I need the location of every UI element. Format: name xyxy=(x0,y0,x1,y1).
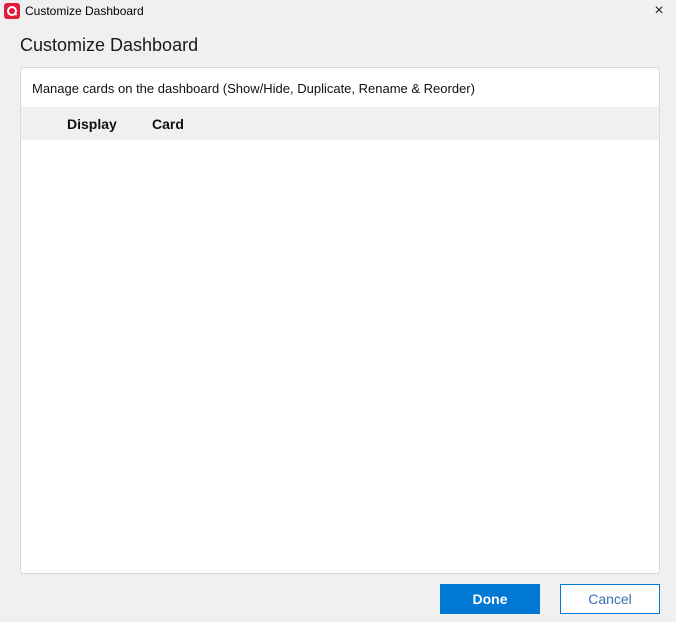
cancel-button[interactable]: Cancel xyxy=(560,584,660,614)
cards-panel: Manage cards on the dashboard (Show/Hide… xyxy=(20,67,660,574)
dialog-heading: Customize Dashboard xyxy=(20,35,199,55)
window-title: Customize Dashboard xyxy=(25,4,144,18)
panel-description: Manage cards on the dashboard (Show/Hide… xyxy=(32,81,475,96)
app-logo-icon xyxy=(4,3,20,19)
column-header-display[interactable]: Display xyxy=(67,116,117,132)
title-bar: Customize Dashboard × xyxy=(0,0,676,22)
done-button[interactable]: Done xyxy=(440,584,540,614)
table-header: Display Card xyxy=(21,107,659,140)
column-header-card[interactable]: Card xyxy=(152,116,184,132)
close-icon[interactable]: × xyxy=(642,0,676,22)
